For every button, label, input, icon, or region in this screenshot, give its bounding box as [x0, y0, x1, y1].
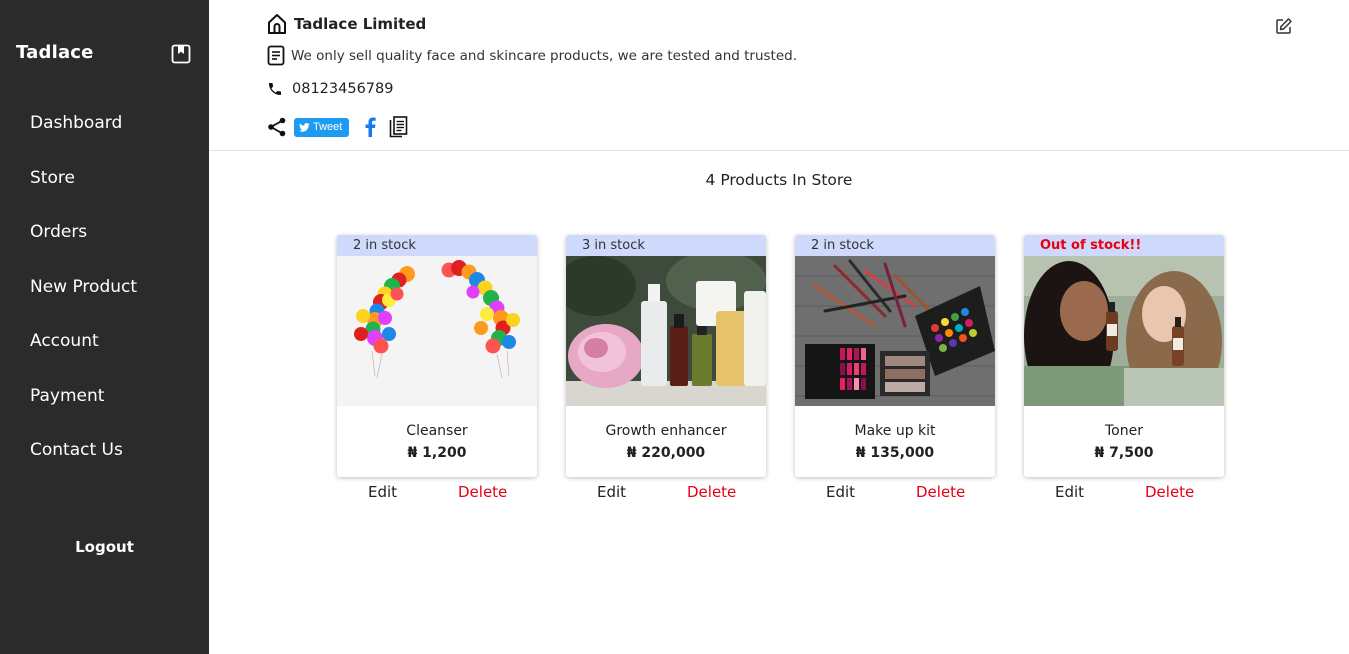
logout-button[interactable]: Logout: [0, 538, 209, 556]
product-name: Toner: [1105, 423, 1143, 439]
sidebar-nav: Dashboard Store Orders New Product Accou…: [0, 96, 209, 478]
delete-product-button[interactable]: Delete: [1145, 483, 1194, 501]
stock-badge: 3 in stock: [566, 235, 766, 256]
store-phone-row: 08123456789: [267, 81, 393, 97]
product-image: [795, 256, 995, 406]
delete-product-button[interactable]: Delete: [687, 483, 736, 501]
twitter-bird-icon: [299, 122, 310, 132]
tweet-label: Tweet: [313, 121, 343, 133]
sidebar-item-dashboard[interactable]: Dashboard: [0, 96, 209, 151]
store-bookmark-icon[interactable]: [171, 44, 191, 64]
product-card-toner[interactable]: Out of stock!! Toner ₦ 7,500: [1024, 235, 1224, 477]
product-price: ₦ 135,000: [855, 445, 935, 461]
product-price: ₦ 220,000: [626, 445, 706, 461]
brand-name[interactable]: Tadlace: [16, 42, 94, 63]
product-card-cleanser[interactable]: 2 in stock Cleanser ₦ 1,200: [337, 235, 537, 477]
product-actions: Edit Delete: [795, 483, 995, 503]
phone-icon: [269, 83, 281, 95]
product-name: Growth enhancer: [605, 423, 727, 439]
sidebar-item-store[interactable]: Store: [0, 151, 209, 206]
stock-badge: 2 in stock: [337, 235, 537, 256]
stock-badge: 2 in stock: [795, 235, 995, 256]
home-icon: [268, 14, 286, 34]
product-card-make-up-kit[interactable]: 2 in stock Make up kit ₦ 135,000: [795, 235, 995, 477]
facebook-icon[interactable]: [363, 117, 377, 137]
stock-badge: Out of stock!!: [1024, 235, 1224, 256]
share-icon[interactable]: [267, 117, 287, 137]
sidebar: Tadlace Dashboard Store Orders New Produ…: [0, 0, 209, 654]
product-name: Cleanser: [406, 423, 468, 439]
product-price: ₦ 1,200: [407, 445, 467, 461]
edit-product-button[interactable]: Edit: [368, 483, 397, 501]
tweet-button[interactable]: Tweet: [294, 117, 350, 137]
delete-product-button[interactable]: Delete: [916, 483, 965, 501]
store-description-row: We only sell quality face and skincare p…: [267, 45, 797, 66]
product-image: [566, 256, 766, 406]
sidebar-item-new-product[interactable]: New Product: [0, 260, 209, 315]
two-women-image: [1024, 256, 1224, 406]
product-actions: Edit Delete: [337, 483, 537, 503]
share-row: Tweet: [267, 116, 408, 138]
product-card-growth-enhancer[interactable]: 3 in stock Growth enhancer ₦ 220,000: [566, 235, 766, 477]
product-name: Make up kit: [854, 423, 936, 439]
product-image: [337, 256, 537, 406]
edit-product-button[interactable]: Edit: [1055, 483, 1084, 501]
balloons-image: [337, 256, 537, 406]
product-actions: Edit Delete: [566, 483, 766, 503]
store-header: Tadlace Limited We only sell quality fac…: [209, 0, 1349, 151]
store-phone: 08123456789: [292, 81, 394, 97]
product-actions: Edit Delete: [1024, 483, 1224, 503]
sidebar-item-payment[interactable]: Payment: [0, 369, 209, 424]
makeup-kit-image: [795, 256, 995, 406]
edit-product-button[interactable]: Edit: [597, 483, 626, 501]
product-image: [1024, 256, 1224, 406]
copy-link-icon[interactable]: [389, 116, 408, 138]
store-name-row: Tadlace Limited: [267, 13, 426, 35]
sidebar-item-account[interactable]: Account: [0, 314, 209, 369]
sidebar-item-contact-us[interactable]: Contact Us: [0, 423, 209, 478]
document-icon: [267, 45, 285, 66]
store-name: Tadlace Limited: [294, 15, 427, 33]
store-description: We only sell quality face and skincare p…: [291, 47, 798, 64]
edit-store-icon[interactable]: [1275, 17, 1293, 35]
product-price: ₦ 7,500: [1094, 445, 1154, 461]
sidebar-item-orders[interactable]: Orders: [0, 205, 209, 260]
skincare-bottles-image: [566, 256, 766, 406]
product-count: 4 Products In Store: [705, 171, 853, 189]
delete-product-button[interactable]: Delete: [458, 483, 507, 501]
edit-product-button[interactable]: Edit: [826, 483, 855, 501]
